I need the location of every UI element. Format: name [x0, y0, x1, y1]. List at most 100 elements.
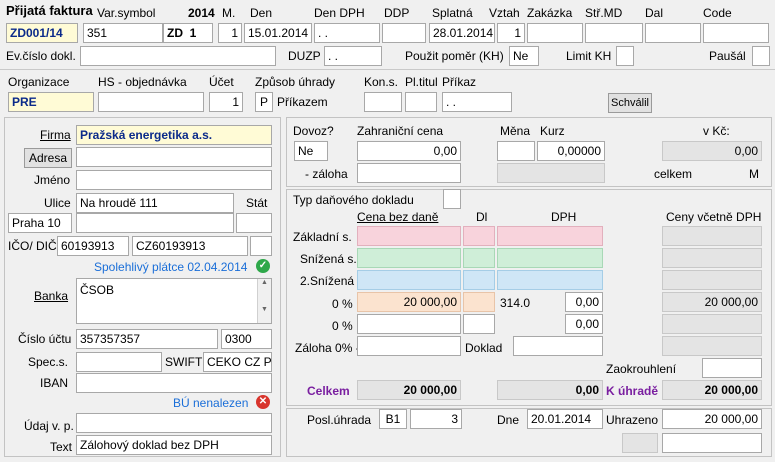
firma-field[interactable]: Pražská energetika a.s.	[76, 125, 272, 145]
p0b-label: 0 %	[332, 319, 353, 333]
zakladni-dl-field[interactable]	[463, 226, 495, 246]
scroll-up-icon[interactable]: ▲	[258, 279, 271, 286]
str-md-label: Stř.MD	[585, 6, 623, 20]
snizena2-dl-field[interactable]	[463, 270, 495, 290]
p0b-dl-field[interactable]	[463, 314, 495, 334]
banka-scrollbar[interactable]: ▲ ▼	[257, 279, 271, 323]
p0-cena-field[interactable]: 20 000,00	[357, 292, 461, 312]
specs-field[interactable]	[76, 352, 162, 372]
zaloha0-field[interactable]	[357, 336, 461, 356]
prikaz-field[interactable]: . .	[442, 92, 512, 112]
dne-field[interactable]: 20.01.2014	[527, 409, 603, 429]
ulice-field[interactable]: Na hroudě 111	[76, 193, 234, 213]
den-label: Den	[250, 6, 273, 20]
psc-mesto-field[interactable]: Praha 10	[8, 213, 72, 233]
check-icon: ✓	[256, 259, 270, 273]
text-label: Text	[50, 440, 73, 454]
cena-bez-dane-label: Cena bez daně	[357, 210, 439, 224]
cislo-uctu-field[interactable]: 357357357	[76, 329, 218, 349]
month-field[interactable]: 1	[218, 23, 242, 43]
zd-series-field[interactable]: ZD 1	[163, 23, 213, 43]
celkem-label: celkem	[654, 167, 693, 181]
duzp-field[interactable]: . .	[324, 46, 382, 66]
pausal-label: Paušál	[709, 49, 746, 63]
pomer-label: Použit poměr (KH)	[405, 49, 504, 63]
dovoz-field[interactable]: Ne	[294, 141, 328, 161]
swift-label: SWIFT	[165, 355, 203, 369]
snizena-dph-field[interactable]	[497, 248, 603, 268]
scroll-down-icon[interactable]: ▼	[258, 306, 271, 313]
evcislo-field[interactable]	[80, 46, 276, 66]
stat-label: Stát	[246, 196, 268, 210]
doc-number-field[interactable]: ZD001/14	[6, 23, 78, 43]
ico-field[interactable]: 60193913	[57, 236, 129, 256]
dic-field[interactable]: CZ60193913	[132, 236, 248, 256]
zd-series-num: 1	[189, 26, 197, 40]
den-field[interactable]: 15.01.2014	[244, 23, 312, 43]
zaloha-field[interactable]	[357, 163, 461, 183]
zahr-cena-field[interactable]: 0,00	[357, 141, 461, 161]
p0b-dph-field[interactable]: 0,00	[565, 314, 603, 334]
p0b-total-field	[662, 314, 762, 334]
duzp-label: DUZP	[288, 49, 321, 63]
p0b-cena-field[interactable]	[357, 314, 461, 334]
p0-dph-field[interactable]: 0,00	[565, 292, 603, 312]
snizena-cena-field[interactable]	[357, 248, 461, 268]
dal-field[interactable]	[645, 23, 701, 43]
posl-uhrada-code-field[interactable]: B1	[379, 409, 407, 429]
ucet-field[interactable]: 1	[209, 92, 243, 112]
den-dph-field[interactable]: . .	[314, 23, 380, 43]
kons-field[interactable]	[364, 92, 402, 112]
doklad-label: Doklad	[465, 341, 503, 355]
vztah-field[interactable]: 1	[497, 23, 525, 43]
ulice-label: Ulice	[44, 196, 71, 210]
pomer-field[interactable]: Ne	[509, 46, 539, 66]
ddp-field[interactable]	[382, 23, 426, 43]
jmeno-field[interactable]	[76, 170, 272, 190]
kurz-field[interactable]: 0,00000	[537, 141, 605, 161]
mesto-field[interactable]	[76, 213, 234, 233]
zakladni-dph-field[interactable]	[497, 226, 603, 246]
uhrazeno-field[interactable]: 20 000,00	[662, 409, 762, 429]
snizena2-dph-field[interactable]	[497, 270, 603, 290]
banka-field[interactable]: ČSOB	[76, 278, 272, 324]
pltitul-field[interactable]	[405, 92, 437, 112]
uhrazeno-label: Uhrazeno	[606, 413, 659, 427]
pausal-field[interactable]	[752, 46, 770, 66]
stat-field[interactable]	[236, 213, 272, 233]
posl-uhrada-num-field[interactable]: 3	[410, 409, 462, 429]
bu-nenalezen-status: BÚ nenalezen	[173, 396, 249, 410]
iban-field[interactable]	[76, 373, 272, 393]
limit-field[interactable]	[616, 46, 634, 66]
zakladni-label: Základní s.	[293, 230, 352, 244]
ucet-label: Účet	[209, 75, 234, 89]
zakladni-cena-field[interactable]	[357, 226, 461, 246]
zpusob-value: Příkazem	[277, 95, 328, 109]
organizace-field[interactable]: PRE	[8, 92, 94, 112]
udaj-field[interactable]	[76, 413, 272, 433]
kod-banky-field[interactable]: 0300	[221, 329, 272, 349]
kons-label: Kon.s.	[364, 75, 399, 89]
splatna-label: Splatná	[432, 6, 473, 20]
dic-extra-field[interactable]	[250, 236, 272, 256]
zpusob-code-field[interactable]: P	[255, 92, 273, 112]
zaokrouhleni-field[interactable]	[702, 358, 762, 378]
swift-field[interactable]: CEKO CZ P	[203, 352, 272, 372]
str-md-field[interactable]	[585, 23, 643, 43]
doklad-field[interactable]	[513, 336, 603, 356]
schvalil-button[interactable]: Schválil	[608, 93, 652, 113]
zakazka-field[interactable]	[527, 23, 583, 43]
splatna-field[interactable]: 28.01.2014	[429, 23, 495, 43]
p0-dl-field[interactable]	[463, 292, 495, 312]
mena-field[interactable]	[497, 141, 535, 161]
extra-field[interactable]	[662, 433, 762, 453]
adresa-field[interactable]	[76, 147, 272, 167]
text-field[interactable]: Zálohový doklad bez DPH	[76, 435, 272, 455]
snizena2-cena-field[interactable]	[357, 270, 461, 290]
hs-field[interactable]	[98, 92, 204, 112]
snizena-dl-field[interactable]	[463, 248, 495, 268]
varsymbol-field[interactable]: 351	[83, 23, 163, 43]
code-field[interactable]	[703, 23, 769, 43]
adresa-button[interactable]: Adresa	[24, 148, 72, 168]
typ-dan-field[interactable]	[443, 189, 461, 209]
